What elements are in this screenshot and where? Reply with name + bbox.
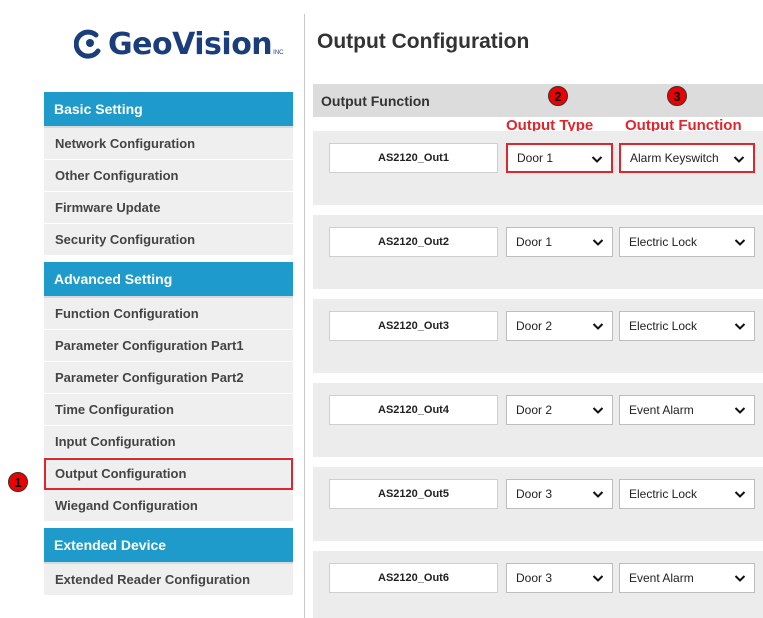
output-function-select[interactable]: Electric Lock <box>619 479 755 509</box>
chevron-down-icon <box>592 323 604 330</box>
sidebar-item-output-configuration[interactable]: Output Configuration <box>44 458 293 490</box>
chevron-down-icon <box>734 323 746 330</box>
output-type-value: Door 1 <box>516 235 553 249</box>
output-function-value: Alarm Keyswitch <box>630 151 719 165</box>
chevron-down-icon <box>734 491 746 498</box>
chevron-down-icon <box>734 575 746 582</box>
section-header-extended-device[interactable]: Extended Device <box>44 528 293 564</box>
annotation-badge-3: 3 <box>667 86 687 106</box>
output-type-value: Door 1 <box>517 151 554 165</box>
annotation-badge-2: 2 <box>548 86 568 106</box>
output-function-value: Electric Lock <box>629 487 698 501</box>
sidebar: Basic Setting Network Configuration Othe… <box>44 92 293 596</box>
brand-name: GeoVision <box>108 26 273 62</box>
output-type-select[interactable]: Door 2 <box>506 395 613 425</box>
output-function-value: Event Alarm <box>629 571 694 585</box>
output-type-select[interactable]: Door 3 <box>506 479 613 509</box>
output-name-field[interactable]: AS2120_Out3 <box>329 311 498 341</box>
chevron-down-icon <box>592 575 604 582</box>
output-row: AS2120_Out4 Door 2 Event Alarm <box>313 383 763 457</box>
output-type-value: Door 3 <box>516 487 553 501</box>
output-function-value: Electric Lock <box>629 319 698 333</box>
section-header-basic-setting[interactable]: Basic Setting <box>44 92 293 128</box>
chevron-down-icon <box>592 407 604 414</box>
sidebar-item-other-configuration[interactable]: Other Configuration <box>44 160 293 192</box>
output-type-select[interactable]: Door 1 <box>506 227 613 257</box>
output-function-panel: Output Function <box>313 84 763 117</box>
output-name-field[interactable]: AS2120_Out4 <box>329 395 498 425</box>
chevron-down-icon <box>733 156 745 163</box>
sidebar-item-parameter-configuration-part2[interactable]: Parameter Configuration Part2 <box>44 362 293 394</box>
output-row: AS2120_Out2 Door 1 Electric Lock <box>313 215 763 289</box>
output-row: AS2120_Out1 Door 1 Alarm Keyswitch <box>313 131 763 205</box>
output-type-select[interactable]: Door 2 <box>506 311 613 341</box>
brand-trademark: INC <box>273 50 284 56</box>
output-type-value: Door 2 <box>516 403 553 417</box>
geovision-logo: GeoVision INC <box>74 22 284 66</box>
geovision-logo-icon <box>74 29 101 59</box>
output-row: AS2120_Out3 Door 2 Electric Lock <box>313 299 763 373</box>
sidebar-item-network-configuration[interactable]: Network Configuration <box>44 128 293 160</box>
output-type-value: Door 2 <box>516 319 553 333</box>
output-function-header: Output Function <box>313 84 763 117</box>
chevron-down-icon <box>592 239 604 246</box>
sidebar-item-input-configuration[interactable]: Input Configuration <box>44 426 293 458</box>
sidebar-item-firmware-update[interactable]: Firmware Update <box>44 192 293 224</box>
output-row: AS2120_Out6 Door 3 Event Alarm <box>313 551 763 618</box>
sidebar-item-security-configuration[interactable]: Security Configuration <box>44 224 293 256</box>
output-function-select[interactable]: Alarm Keyswitch <box>619 143 755 173</box>
output-function-select[interactable]: Electric Lock <box>619 311 755 341</box>
output-type-select[interactable]: Door 3 <box>506 563 613 593</box>
output-name-field[interactable]: AS2120_Out5 <box>329 479 498 509</box>
annotation-badge-1: 1 <box>8 472 28 492</box>
output-name-field[interactable]: AS2120_Out1 <box>329 143 498 173</box>
chevron-down-icon <box>734 239 746 246</box>
sidebar-item-time-configuration[interactable]: Time Configuration <box>44 394 293 426</box>
output-type-value: Door 3 <box>516 571 553 585</box>
output-row: AS2120_Out5 Door 3 Electric Lock <box>313 467 763 541</box>
sidebar-item-wiegand-configuration[interactable]: Wiegand Configuration <box>44 490 293 522</box>
sidebar-item-function-configuration[interactable]: Function Configuration <box>44 298 293 330</box>
chevron-down-icon <box>592 491 604 498</box>
chevron-down-icon <box>591 156 603 163</box>
chevron-down-icon <box>734 407 746 414</box>
output-function-select[interactable]: Electric Lock <box>619 227 755 257</box>
output-name-field[interactable]: AS2120_Out2 <box>329 227 498 257</box>
output-function-select[interactable]: Event Alarm <box>619 395 755 425</box>
section-header-advanced-setting[interactable]: Advanced Setting <box>44 262 293 298</box>
output-function-value: Electric Lock <box>629 235 698 249</box>
sidebar-item-parameter-configuration-part1[interactable]: Parameter Configuration Part1 <box>44 330 293 362</box>
output-name-field[interactable]: AS2120_Out6 <box>329 563 498 593</box>
output-type-select[interactable]: Door 1 <box>506 143 613 173</box>
sidebar-item-extended-reader-configuration[interactable]: Extended Reader Configuration <box>44 564 293 596</box>
output-function-select[interactable]: Event Alarm <box>619 563 755 593</box>
vertical-divider <box>304 14 305 618</box>
page-title: Output Configuration <box>317 30 530 53</box>
output-function-value: Event Alarm <box>629 403 694 417</box>
